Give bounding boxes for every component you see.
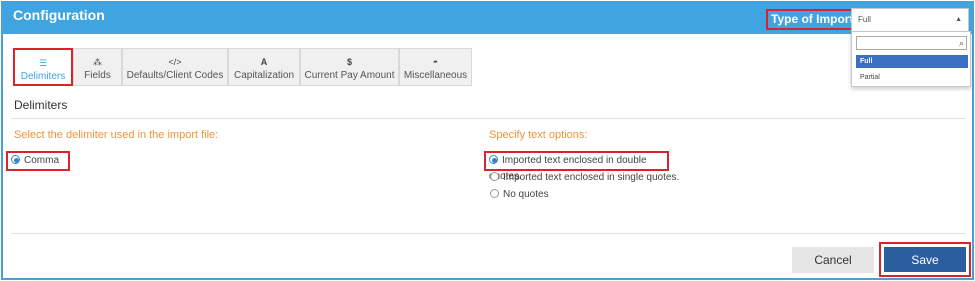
page-title: Configuration: [13, 7, 105, 23]
radio-label: No quotes: [503, 189, 549, 200]
caret-up-icon: ▲: [955, 16, 962, 23]
tab-label: Defaults/Client Codes: [126, 70, 224, 81]
radio-label: Imported text enclosed in single quotes.: [503, 172, 680, 183]
dropdown-option-partial[interactable]: Partial: [856, 71, 968, 84]
tab-label: Delimiters: [20, 71, 66, 82]
code-icon: </>: [168, 57, 182, 67]
import-type-select[interactable]: Full ▲: [851, 8, 969, 32]
tab-defaults-client-codes[interactable]: </> Defaults/Client Codes: [122, 48, 228, 86]
radio-checked-icon: [11, 155, 20, 164]
dropdown-search-input[interactable]: ⌕: [856, 36, 967, 50]
cancel-button[interactable]: Cancel: [792, 247, 874, 273]
tab-delimiters[interactable]: ☰ Delimiters: [13, 48, 73, 86]
tab-miscellaneous[interactable]: ◓ Miscellaneous: [399, 48, 472, 86]
tab-label: Current Pay Amount: [304, 70, 395, 81]
radio-unchecked-icon: [490, 172, 499, 181]
tab-label: Miscellaneous: [403, 70, 468, 81]
radio-double-quotes[interactable]: Imported text enclosed in double quotes.: [484, 151, 669, 182]
dropdown-option-full[interactable]: Full: [856, 55, 968, 68]
import-type-label: Type of Import:: [766, 9, 863, 30]
delimiter-heading: Select the delimiter used in the import …: [14, 129, 219, 141]
save-button-highlight: Save: [879, 242, 971, 277]
tab-label: Fields: [84, 70, 111, 81]
search-icon: ⌕: [958, 38, 964, 48]
radio-comma[interactable]: Comma: [6, 151, 70, 171]
tab-label: Capitalization: [233, 70, 295, 81]
radio-no-quotes[interactable]: No quotes: [490, 188, 549, 203]
list-icon: ☰: [38, 58, 48, 68]
section-title: Delimiters: [14, 98, 68, 112]
tab-capitalization[interactable]: A Capitalization: [228, 48, 300, 86]
capital-a-icon: A: [260, 57, 268, 67]
tab-fields[interactable]: ⁂ Fields: [73, 48, 122, 86]
section-divider: [11, 118, 966, 119]
radio-single-quotes[interactable]: Imported text enclosed in single quotes.: [490, 171, 679, 186]
sitemap-icon: ⁂: [93, 57, 102, 67]
dashboard-icon: ◓: [432, 57, 439, 67]
radio-label: Comma: [24, 155, 60, 166]
text-options-heading: Specify text options:: [489, 129, 588, 141]
tab-current-pay-amount[interactable]: $ Current Pay Amount: [300, 48, 399, 86]
header-bar: Configuration Type of Import: Full ▲: [3, 3, 972, 34]
save-button[interactable]: Save: [884, 247, 966, 272]
import-type-value: Full: [858, 15, 871, 24]
import-type-dropdown: ⌕ Full Partial: [851, 31, 971, 87]
radio-checked-icon: [489, 155, 498, 164]
configuration-panel: Configuration Type of Import: Full ▲ ⌕ F…: [1, 1, 974, 280]
radio-unchecked-icon: [490, 189, 499, 198]
dollar-icon: $: [346, 57, 352, 67]
footer-divider: [11, 233, 966, 234]
